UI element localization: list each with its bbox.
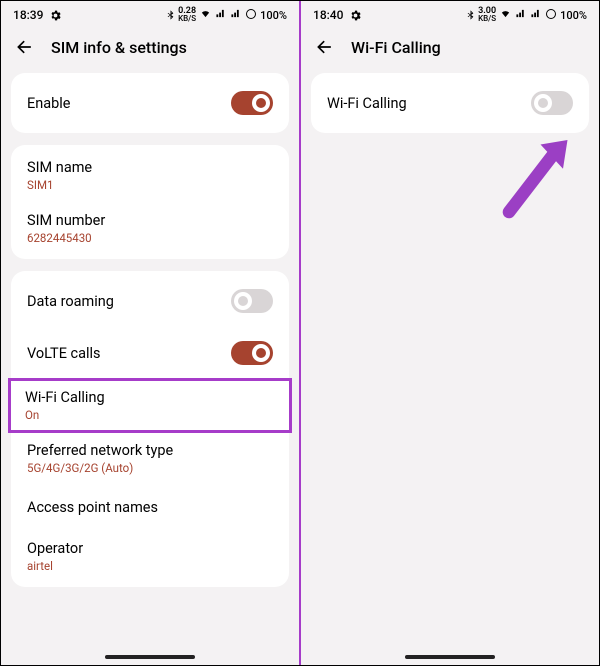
status-time: 18:40 xyxy=(313,8,343,22)
signal-icon-2 xyxy=(230,8,242,22)
pref-network-sub: 5G/4G/3G/2G (Auto) xyxy=(27,461,273,475)
signal-icon xyxy=(515,8,527,22)
enable-toggle[interactable] xyxy=(231,91,273,115)
signal-icon-2 xyxy=(530,8,542,22)
back-icon[interactable] xyxy=(315,37,335,57)
page-title: Wi-Fi Calling xyxy=(351,38,441,57)
battery-pct: 100% xyxy=(260,9,287,22)
wifi-icon xyxy=(499,8,512,22)
volte-label: VoLTE calls xyxy=(27,345,101,362)
operator-row[interactable]: Operator airtel xyxy=(11,530,289,583)
sim-number-value: 6282445430 xyxy=(27,231,273,245)
wifi-calling-label: Wi-Fi Calling xyxy=(25,389,275,406)
apn-row[interactable]: Access point names xyxy=(11,485,289,530)
sim-name-value: SIM1 xyxy=(27,178,273,192)
wifi-calling-row[interactable]: Wi-Fi Calling xyxy=(311,77,589,129)
page-title: SIM info & settings xyxy=(51,38,187,57)
data-roaming-toggle[interactable] xyxy=(231,289,273,313)
battery-pct: 100% xyxy=(560,9,587,22)
bluetooth-icon xyxy=(166,9,175,21)
page-header: Wi-Fi Calling xyxy=(301,27,599,73)
volte-row[interactable]: VoLTE calls xyxy=(11,327,289,379)
signal-icon xyxy=(215,8,227,22)
wifi-calling-toggle[interactable] xyxy=(531,91,573,115)
wifi-calling-row[interactable]: Wi-Fi Calling On xyxy=(9,379,291,432)
data-speed: 0.28KB/S xyxy=(178,7,196,23)
network-card: Data roaming VoLTE calls Wi-Fi Calling O… xyxy=(11,271,289,587)
sim-number-row[interactable]: SIM number 6282445430 xyxy=(11,202,289,255)
enable-card: Enable xyxy=(11,73,289,133)
status-time: 18:39 xyxy=(13,8,43,22)
status-bar: 18:39 0.28KB/S 100% xyxy=(1,1,299,27)
operator-label: Operator xyxy=(27,540,273,557)
wifi-icon xyxy=(199,8,212,22)
gear-icon xyxy=(349,9,362,22)
wifi-calling-label: Wi-Fi Calling xyxy=(327,95,407,112)
nav-handle[interactable] xyxy=(405,655,495,659)
data-speed: 3.00KB/S xyxy=(478,7,496,23)
nav-handle[interactable] xyxy=(105,655,195,659)
page-header: SIM info & settings xyxy=(1,27,299,73)
enable-row[interactable]: Enable xyxy=(11,77,289,129)
apn-label: Access point names xyxy=(27,499,273,516)
bluetooth-icon xyxy=(466,9,475,21)
volte-toggle[interactable] xyxy=(231,341,273,365)
phone-right: 18:40 3.00KB/S 100% Wi-Fi Calling xyxy=(301,1,599,665)
sim-number-label: SIM number xyxy=(27,212,273,229)
phone-left: 18:39 0.28KB/S 100% SIM info & settings xyxy=(1,1,299,665)
operator-sub: airtel xyxy=(27,559,273,573)
battery-icon xyxy=(545,8,557,23)
back-icon[interactable] xyxy=(15,37,35,57)
sim-name-label: SIM name xyxy=(27,159,273,176)
wifi-calling-card: Wi-Fi Calling xyxy=(311,73,589,133)
enable-label: Enable xyxy=(27,95,71,112)
sim-info-card: SIM name SIM1 SIM number 6282445430 xyxy=(11,145,289,259)
data-roaming-label: Data roaming xyxy=(27,293,114,310)
battery-icon xyxy=(245,8,257,23)
pref-network-row[interactable]: Preferred network type 5G/4G/3G/2G (Auto… xyxy=(11,432,289,485)
wifi-calling-sub: On xyxy=(25,408,275,422)
gear-icon xyxy=(49,9,62,22)
data-roaming-row[interactable]: Data roaming xyxy=(11,275,289,327)
pref-network-label: Preferred network type xyxy=(27,442,273,459)
status-bar: 18:40 3.00KB/S 100% xyxy=(301,1,599,27)
sim-name-row[interactable]: SIM name SIM1 xyxy=(11,149,289,202)
